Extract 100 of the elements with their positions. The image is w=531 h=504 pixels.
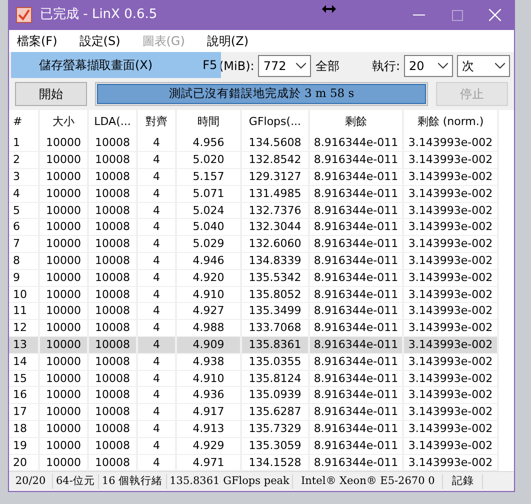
column-header[interactable]: 剩餘 (norm.) [403,110,498,135]
table-cell: 3.143993e-002 [403,454,498,471]
column-header[interactable]: # [9,110,39,135]
table-cell: 10008 [88,437,137,454]
table-cell: 3.143993e-002 [403,202,498,219]
table-cell: 10008 [88,236,137,253]
selected-row[interactable]: 13 10000 10008 4 4.909 135.8361 8.916344e-011 3.143993e-002 [9,336,498,354]
column-header[interactable]: 大小 [39,110,88,135]
status-text: 記錄 [443,474,484,490]
table-cell: 3.143993e-002 [403,185,498,202]
column-header[interactable]: LDA(... [88,110,137,135]
column-header[interactable]: 時間 [176,110,241,135]
table-cell: 4 [137,135,176,152]
table-row[interactable]: 14 10000 10008 4 4.938 135.0355 8.916344e-011 3.143993e-002 [9,353,498,370]
column-header[interactable]: 剩餘 [309,110,403,135]
unit-dropdown[interactable]: 次 [457,55,510,77]
checkbox-app-icon [16,7,32,23]
table-cell: 10000 [39,454,88,471]
table-cell: 8.916344e-011 [309,370,403,387]
table-cell: 10000 [39,404,88,421]
table-cell: 8.916344e-011 [309,336,403,354]
table-cell: 2 [9,152,39,169]
table-cell: 10000 [39,302,88,320]
table-row[interactable]: 19 10000 10008 4 4.929 135.3059 8.916344e-011 3.143993e-002 [9,437,498,454]
caret-icon [296,63,306,69]
table-cell: 4.917 [176,404,241,421]
table-cell: 3.143993e-002 [403,353,498,370]
table-cell: 3.143993e-002 [403,236,498,253]
table-row[interactable]: 18 10000 10008 4 4.913 135.7329 8.916344e-011 3.143993e-002 [9,420,498,438]
table-row[interactable]: 16 10000 10008 4 4.936 135.0939 8.916344e-011 3.143993e-002 [9,386,498,404]
table-cell: 3.143993e-002 [403,437,498,454]
caret-icon [438,63,448,69]
table-cell: 10000 [39,286,88,303]
table-row[interactable]: 10 10000 10008 4 4.910 135.8052 8.916344e-011 3.143993e-002 [9,286,498,303]
table-cell: 4 [137,454,176,471]
table-row[interactable]: 6 10000 10008 4 5.040 132.3044 8.916344e-011 3.143993e-002 [9,218,498,236]
table-cell: 3.143993e-002 [403,218,498,236]
table-cell: 8.916344e-011 [309,202,403,219]
column-header[interactable]: 對齊 [137,110,176,135]
table-cell: 5 [9,202,39,219]
table-cell: 10008 [88,302,137,320]
table-cell: 10008 [88,370,137,387]
table-row[interactable]: 5 10000 10008 4 5.024 132.7376 8.916344e-011 3.143993e-002 [9,202,498,219]
table-cell: 135.8361 [241,336,309,354]
table-cell: 1 [9,135,39,152]
table-cell: 8.916344e-011 [309,252,403,270]
table-cell: 10000 [39,135,88,152]
table-cell: 10000 [39,218,88,236]
table-row[interactable]: 15 10000 10008 4 4.910 135.8124 8.916344e-011 3.143993e-002 [9,370,498,387]
table-cell: 3.143993e-002 [403,336,498,354]
table-cell: 11 [9,302,39,320]
menu-item[interactable]: 設定(S) [77,32,128,50]
table-cell: 4.913 [176,420,241,438]
table-cell: 4 [137,370,176,387]
table-cell: 4.938 [176,353,241,370]
table-cell: 129.3127 [241,168,309,186]
table-row[interactable]: 20 10000 10008 4 4.971 134.1528 8.916344e-011 3.143993e-002 [9,454,498,471]
table-cell: 134.5608 [241,135,309,152]
shortcut-text: F5 [202,57,218,74]
start-button[interactable]: 開始 [15,82,87,106]
table-cell: 3.143993e-002 [403,302,498,320]
table-row[interactable]: 8 10000 10008 4 4.946 134.8339 8.916344e-011 3.143993e-002 [9,252,498,270]
table-cell: 10000 [39,353,88,370]
table-cell: 4 [9,185,39,202]
table-cell: 4 [137,185,176,202]
table-row[interactable]: 11 10000 10008 4 4.927 135.3499 8.916344e-011 3.143993e-002 [9,302,498,320]
table-cell: 10000 [39,269,88,286]
resize-cursor-icon [322,5,336,13]
table-cell: 18 [9,420,39,438]
table-row[interactable]: 17 10000 10008 4 4.917 135.6287 8.916344e-011 3.143993e-002 [9,404,498,421]
table-cell: 3.143993e-002 [403,370,498,387]
table-row[interactable]: 1 10000 10008 4 4.956 134.5608 8.916344e-011 3.143993e-002 [9,135,498,152]
table-cell: 8.916344e-011 [309,454,403,471]
all-label: 全部 [315,58,340,75]
table-cell: 4.936 [176,386,241,404]
table-cell: 10008 [88,386,137,404]
table-row[interactable]: 2 10000 10008 4 5.020 132.8542 8.916344e-011 3.143993e-002 [9,152,498,169]
status-text: Intel® Xeon® E5-2670 0 [293,474,444,490]
table-cell: 8 [9,252,39,270]
table-cell: 132.7376 [241,202,309,219]
table-row[interactable]: 9 10000 10008 4 4.920 135.5342 8.916344e-011 3.143993e-002 [9,269,498,286]
menu-item[interactable]: 檔案(F) [15,32,66,50]
table-cell: 15 [9,370,39,387]
table-cell: 10000 [39,185,88,202]
table-cell: 3.143993e-002 [403,168,498,186]
table-cell: 10000 [39,386,88,404]
table-cell: 10 [9,286,39,303]
column-header[interactable]: GFlops(... [241,110,309,135]
table-cell: 10008 [88,185,137,202]
table-cell: 4 [137,420,176,438]
table-cell: 135.3059 [241,437,309,454]
runs-dropdown[interactable]: 20 [404,55,453,77]
table-cell: 5.071 [176,185,241,202]
table-row[interactable]: 3 10000 10008 4 5.157 129.3127 8.916344e-011 3.143993e-002 [9,168,498,186]
table-row[interactable]: 4 10000 10008 4 5.071 131.4985 8.916344e-011 3.143993e-002 [9,185,498,202]
memory-dropdown[interactable]: 772 [258,55,312,77]
menu-item[interactable]: 說明(Z) [204,32,257,50]
table-cell: 13 [9,336,39,354]
table-cell: 4 [137,437,176,454]
table-row[interactable]: 7 10000 10008 4 5.029 132.6060 8.916344e-011 3.143993e-002 [9,236,498,253]
